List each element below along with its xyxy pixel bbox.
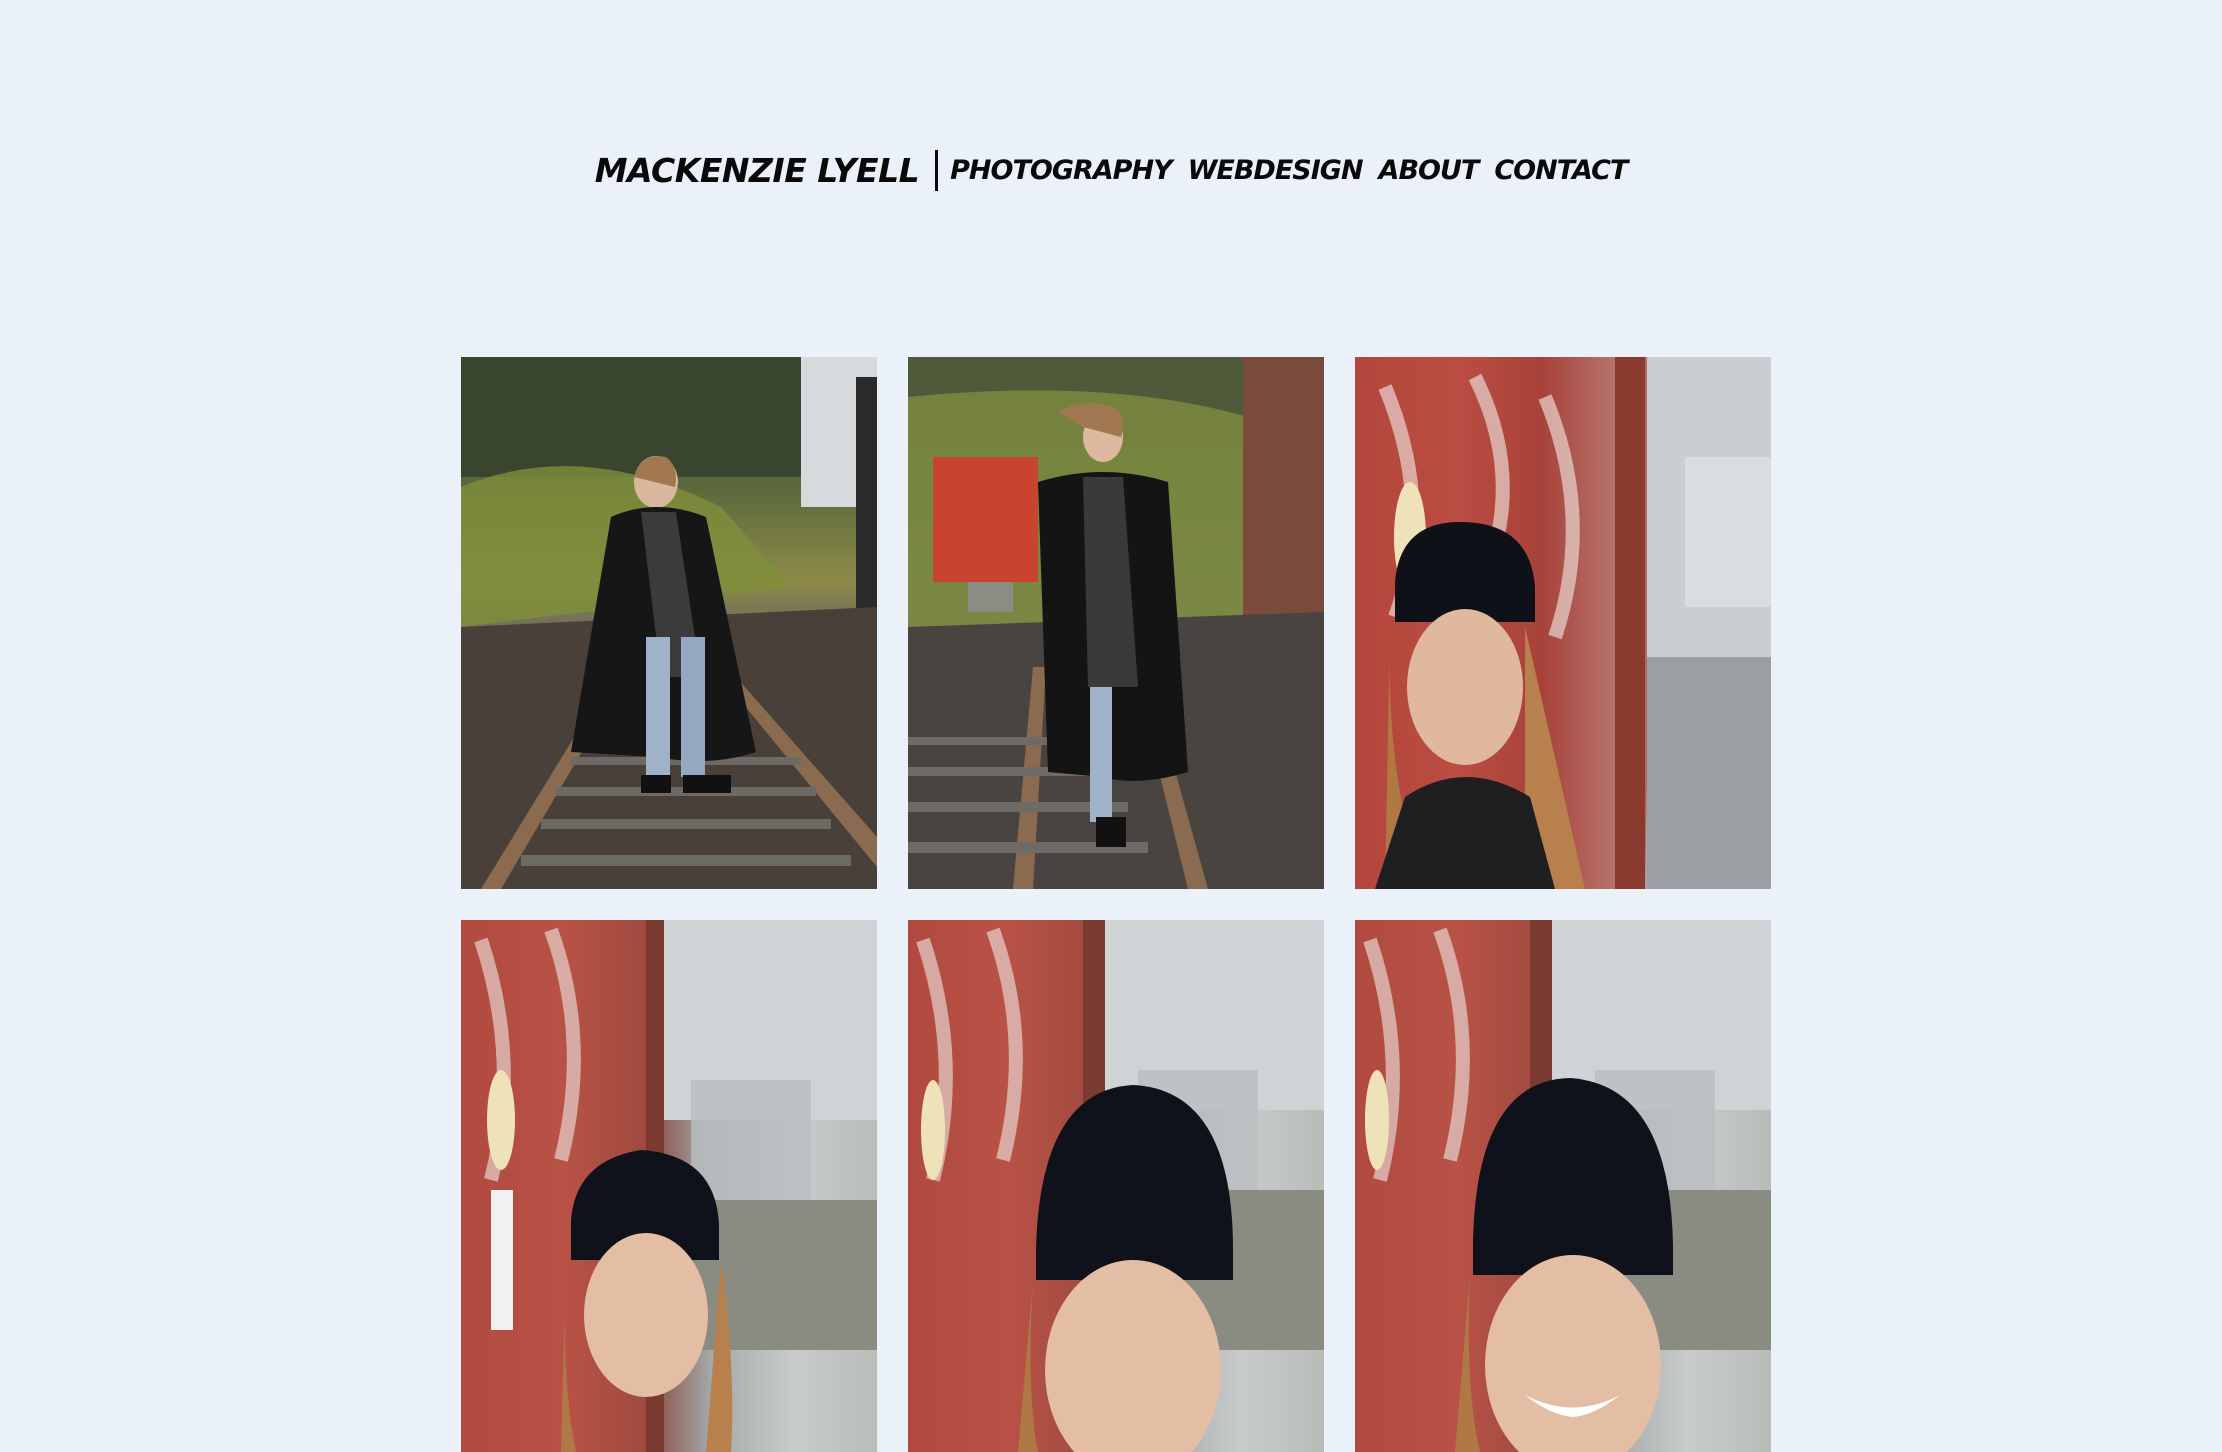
- site-brand[interactable]: MACKENZIE LYELL: [595, 151, 920, 190]
- gallery-photo-5[interactable]: [908, 920, 1324, 1452]
- photo-3-scene: [1355, 357, 1771, 889]
- site-header: MACKENZIE LYELL PHOTOGRAPHY WEBDESIGN AB…: [0, 150, 2222, 191]
- nav-link-about[interactable]: ABOUT: [1379, 155, 1480, 186]
- main-nav: PHOTOGRAPHY WEBDESIGN ABOUT CONTACT: [950, 155, 1628, 186]
- photo-5-scene: [908, 920, 1324, 1452]
- photo-4-scene: [461, 920, 877, 1452]
- gallery-photo-6[interactable]: [1355, 920, 1771, 1452]
- gallery-photo-1[interactable]: [461, 357, 877, 889]
- photo-gallery: [461, 357, 1771, 1452]
- gallery-photo-2[interactable]: [908, 357, 1324, 889]
- nav-link-webdesign[interactable]: WEBDESIGN: [1188, 155, 1364, 186]
- brand-divider: [935, 150, 939, 191]
- nav-link-photography[interactable]: PHOTOGRAPHY: [950, 155, 1172, 186]
- photo-6-scene: [1355, 920, 1771, 1452]
- gallery-photo-3[interactable]: [1355, 357, 1771, 889]
- photo-2-scene: [908, 357, 1324, 889]
- photo-1-scene: [461, 357, 877, 889]
- nav-link-contact[interactable]: CONTACT: [1494, 155, 1628, 186]
- gallery-photo-4[interactable]: [461, 920, 877, 1452]
